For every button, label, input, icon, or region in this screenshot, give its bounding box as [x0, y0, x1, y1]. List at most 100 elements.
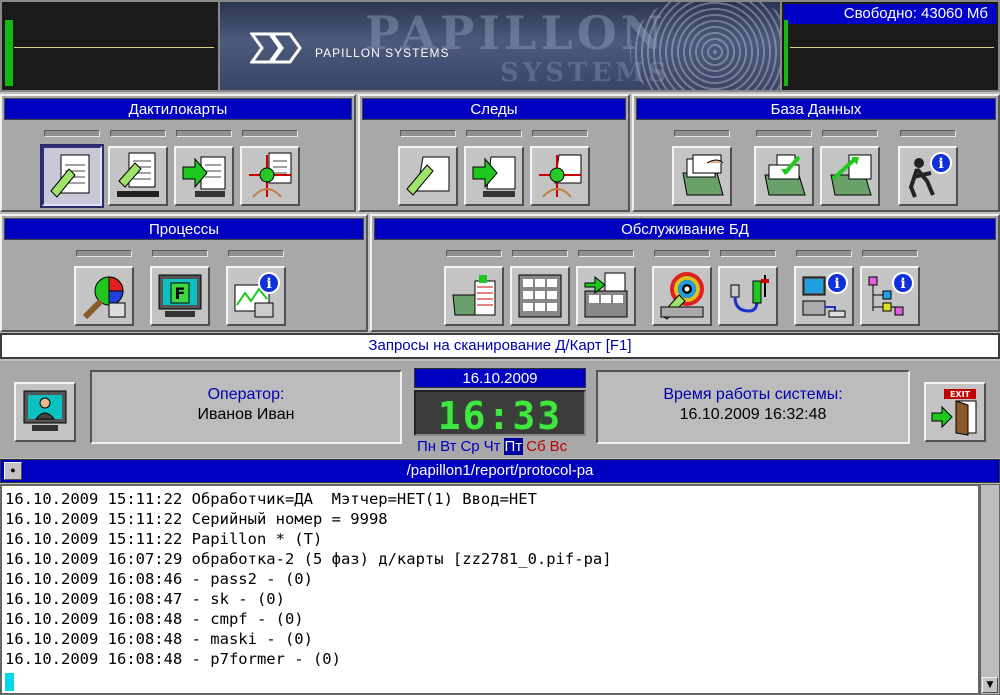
- log-line: 16.10.2009 16:08:48 - maski - (0): [5, 630, 313, 648]
- db-service-network-info-icon: i: [802, 272, 848, 318]
- db-service-grid-icon: [518, 274, 562, 318]
- operator-name: Иванов Иван: [197, 406, 295, 423]
- tool-indicator: [862, 250, 918, 257]
- panel-processes: Процессы F i: [0, 214, 368, 332]
- card-input-icon: [182, 156, 226, 197]
- panel-title-fingerprint-cards: Дактилокарты: [4, 98, 352, 120]
- db-service-grid-button[interactable]: [510, 266, 570, 326]
- trace-input-icon: [472, 156, 516, 197]
- activity-gauge-left: [0, 0, 220, 92]
- exit-door-icon: EXIT: [931, 389, 977, 436]
- text-cursor: [5, 673, 14, 691]
- weekday-5: Сб: [526, 438, 546, 455]
- tool-indicator: [152, 250, 208, 257]
- operator-label: Оператор:: [207, 386, 285, 403]
- tool-indicator: [654, 250, 710, 257]
- exit-button[interactable]: EXIT: [924, 382, 986, 442]
- uptime-label: Время работы системы:: [663, 386, 843, 403]
- weekday-4: Пт: [503, 438, 524, 455]
- card-match-button[interactable]: [240, 146, 300, 206]
- panel-fingerprint-cards: Дактилокарты: [0, 94, 356, 212]
- panel-title-db-service: Обслуживание БД: [374, 218, 996, 240]
- tool-indicator: [532, 130, 588, 137]
- card-input-button[interactable]: [174, 146, 234, 206]
- log-line: 16.10.2009 16:08:48 - p7former - (0): [5, 650, 341, 668]
- db-service-tables-icon: [452, 275, 496, 316]
- window-menu-button[interactable]: ●: [4, 462, 22, 480]
- trace-input-button[interactable]: [464, 146, 524, 206]
- scroll-down-arrow-icon[interactable]: ▼: [982, 677, 998, 693]
- tool-indicator: [228, 250, 284, 257]
- trace-match-button[interactable]: [530, 146, 590, 206]
- db-load-button[interactable]: [754, 146, 814, 206]
- process-chart-button[interactable]: [74, 266, 134, 326]
- db-service-tables-button[interactable]: [444, 266, 504, 326]
- disk-gauge-bar: [784, 20, 788, 86]
- papillon-banner: PAPILLON SYSTEMS PAPILLON SYSTEMS: [220, 0, 780, 92]
- card-scan-icon: [117, 152, 159, 197]
- tool-indicator: [674, 130, 730, 137]
- db-service-disk-button[interactable]: [652, 266, 712, 326]
- clock-time: 16:33: [437, 394, 563, 438]
- banner-watermark-bottom: SYSTEMS: [500, 58, 671, 88]
- card-edit-button[interactable]: [40, 144, 104, 208]
- log-output[interactable]: 16.10.2009 15:11:22 Обработчик=ДА Мэтчер…: [0, 484, 980, 695]
- tool-indicator: [110, 130, 166, 137]
- weekday-1: Вт: [440, 438, 457, 455]
- free-space-label: Свободно: 43060 Мб: [784, 4, 996, 24]
- db-export-button[interactable]: [820, 146, 880, 206]
- tool-indicator: [720, 250, 776, 257]
- tool-indicator: [446, 250, 502, 257]
- log-lines: 16.10.2009 15:11:22 Обработчик=ДА Мэтчер…: [5, 489, 975, 669]
- db-info-icon: i: [908, 152, 952, 198]
- process-chart-icon: [82, 276, 126, 320]
- log-line: 16.10.2009 15:11:22 Papillon * (T): [5, 530, 323, 548]
- svg-text:i: i: [266, 276, 271, 292]
- db-load-icon: [764, 154, 806, 196]
- log-line: 16.10.2009 15:11:22 Серийный номер = 999…: [5, 510, 388, 528]
- trace-match-icon: [539, 154, 582, 198]
- weekday-3: Чт: [483, 438, 501, 455]
- panel-title-traces: Следы: [362, 98, 626, 120]
- trace-edit-button[interactable]: [398, 146, 458, 206]
- papillon-logo-text: PAPILLON SYSTEMS: [315, 46, 450, 60]
- db-card-index-icon: [682, 154, 724, 196]
- tool-indicator: [242, 130, 298, 137]
- operator-button[interactable]: [14, 382, 76, 442]
- card-scan-button[interactable]: [108, 146, 168, 206]
- disk-space-panel: Свободно: 43060 Мб: [780, 0, 1000, 92]
- db-info-button[interactable]: i: [898, 146, 958, 206]
- db-service-tree-info-button[interactable]: i: [860, 266, 920, 326]
- digital-clock: 88:88 16:33: [414, 390, 586, 438]
- log-window-title: ● /papillon1/report/protocol-pa: [0, 459, 1000, 483]
- tool-indicator: [44, 130, 100, 137]
- uptime-value: 16.10.2009 16:32:48: [679, 406, 827, 423]
- log-line: 16.10.2009 16:08:48 - cmpf - (0): [5, 610, 304, 628]
- log-scrollbar[interactable]: ▼: [980, 484, 1000, 695]
- exit-label: EXIT: [950, 390, 971, 399]
- tool-indicator: [466, 130, 522, 137]
- trace-edit-icon: [406, 156, 450, 196]
- db-service-network-info-button[interactable]: i: [794, 266, 854, 326]
- tool-indicator: [176, 130, 232, 137]
- weekday-strip: Пн Вт Ср Чт Пт Сб Вс: [416, 438, 568, 455]
- process-f-monitor-button[interactable]: F: [150, 266, 210, 326]
- process-graph-info-button[interactable]: i: [226, 266, 286, 326]
- db-service-tree-info-icon: i: [868, 272, 914, 316]
- db-service-cable-button[interactable]: [718, 266, 778, 326]
- svg-text:i: i: [938, 156, 943, 172]
- log-line: 16.10.2009 15:11:22 Обработчик=ДА Мэтчер…: [5, 490, 537, 508]
- db-service-copy-icon: [584, 272, 628, 318]
- operator-monitor-icon: [23, 390, 67, 431]
- papillon-logo-icon: [250, 32, 302, 64]
- process-f-monitor-icon: F: [158, 274, 202, 317]
- log-line: 16.10.2009 16:08:47 - sk - (0): [5, 590, 285, 608]
- panel-db-service: Обслуживание БД i i: [370, 214, 1000, 332]
- command-hint-line[interactable]: Запросы на сканирование Д/Карт [F1]: [0, 333, 1000, 359]
- db-export-icon: [830, 154, 872, 196]
- tool-indicator: [578, 250, 634, 257]
- clock-date: 16.10.2009: [414, 368, 586, 388]
- db-service-copy-button[interactable]: [576, 266, 636, 326]
- process-graph-info-icon: i: [234, 272, 280, 318]
- db-card-index-button[interactable]: [672, 146, 732, 206]
